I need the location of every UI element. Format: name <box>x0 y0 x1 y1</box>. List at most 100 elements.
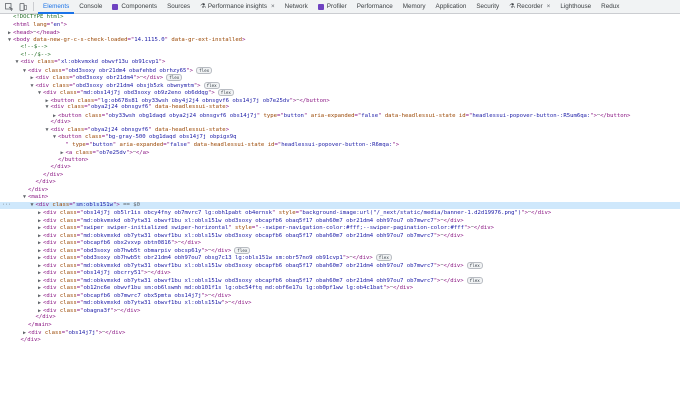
tree-node[interactable]: ▶ <div class="obagna3f">⋯</div> <box>0 307 680 315</box>
flex-badge[interactable]: flex <box>466 276 483 284</box>
flex-badge[interactable]: flex <box>375 254 392 262</box>
tab-memory[interactable]: Memory <box>398 0 431 13</box>
comment-text: <!--$--> <box>20 44 48 50</box>
tab-network[interactable]: Network <box>280 0 313 13</box>
tree-node[interactable]: ▶ <a class="ob7e25dv">⋯</a> <box>0 149 680 157</box>
tree-node[interactable]: ▼ <body data-new-gr-c-s-check-loaded="14.… <box>0 37 680 45</box>
tree-node[interactable]: ▼ <div class="obya2j24 obnsgvf6" data-hea… <box>0 104 680 112</box>
tag-text: "> <box>342 255 350 262</box>
tab-elements[interactable]: Elements <box>38 0 75 14</box>
tree-node[interactable]: ▶ <div class="obcapfb6 ob7mwrc7 obx5pmta … <box>0 292 680 300</box>
device-toolbar-icon[interactable] <box>18 2 28 12</box>
attribute-value: obya2j24 obnsgvf6 <box>90 126 149 133</box>
tree-node[interactable]: <!--/$--> <box>0 52 680 60</box>
tag-text: > <box>225 104 230 110</box>
tab-sources[interactable]: Sources <box>162 0 195 13</box>
tree-node[interactable]: ▶ <div class="obs14j7j">⋯</div> <box>0 329 680 337</box>
flex-badge[interactable]: flex <box>203 81 220 89</box>
selected-tree-node[interactable]: ··· ▼ <div class="sm:obls151w"> == $0 <box>0 201 680 210</box>
tree-node[interactable]: ▶ <div class="obd3soxy ob7hwb5t obmarpiv … <box>0 247 680 255</box>
close-tab-icon[interactable]: × <box>271 3 275 10</box>
tab-components[interactable]: Components <box>107 0 162 13</box>
tree-node[interactable]: </div> <box>0 164 680 172</box>
tab-lighthouse[interactable]: Lighthouse <box>555 0 596 13</box>
tree-node[interactable]: ▼ <div class="md:obs14j7j obd3soxy ob9z2e… <box>0 89 680 97</box>
tab-console[interactable]: Console <box>74 0 107 13</box>
collapse-triangle-icon[interactable]: ▼ <box>21 194 28 202</box>
tab-performance[interactable]: Performance <box>352 0 398 13</box>
tree-node[interactable]: <html lang="en"> <box>0 22 680 30</box>
tab-label: Network <box>284 3 308 10</box>
tree-node[interactable]: " type="button" aria-expanded="false" da… <box>0 142 680 150</box>
collapse-triangle-icon[interactable]: ▼ <box>29 202 36 210</box>
collapse-triangle-icon[interactable]: ▼ <box>44 104 51 112</box>
tree-node[interactable]: ▼ <div class="xl:obkvmxkd obwvf13u ob91cv… <box>0 59 680 67</box>
tree-node[interactable]: <!--$--> <box>0 44 680 52</box>
tree-node[interactable]: ▼ <button class="bg-gray-500 obg1daqd obs… <box>0 134 680 142</box>
tree-node[interactable]: ▶ <div class="md:obkvmxkd ob7ytw31 obwvf1… <box>0 232 680 240</box>
close-tab-icon[interactable]: × <box>547 3 551 10</box>
tree-node[interactable]: </button> <box>0 157 680 165</box>
tab-label: Performance <box>356 3 393 10</box>
collapse-triangle-icon[interactable]: ▼ <box>51 134 58 142</box>
tree-node[interactable]: </div> <box>0 179 680 187</box>
collapse-triangle-icon[interactable]: ▼ <box>6 37 13 45</box>
tree-node[interactable]: ▶ <div class="obd3soxy ob7hwb5t obr21dm4 … <box>0 254 680 262</box>
tab-application[interactable]: Application <box>431 0 472 13</box>
tree-node[interactable]: </div> <box>0 337 680 345</box>
tree-node[interactable]: ▼ <div class="obd3soxy obr21dm4 obsjb5zk … <box>0 81 680 90</box>
flex-badge[interactable]: flex <box>166 74 183 82</box>
tab-redux[interactable]: Redux <box>596 0 624 13</box>
attribute-name: class <box>59 255 77 262</box>
attribute-name: class <box>59 232 77 239</box>
tag-text: </div> <box>443 217 464 224</box>
tag-text: "> <box>208 90 215 96</box>
tag-text: </div> <box>443 262 464 269</box>
attribute-name: class <box>59 217 77 224</box>
tree-node[interactable]: ▼ <div class="obya2j24 obnsgvf6" data-hea… <box>0 127 680 135</box>
node-markup: <!--$--> <box>21 44 48 50</box>
flex-badge[interactable]: flex <box>466 261 483 269</box>
tree-node[interactable]: </div> <box>0 314 680 322</box>
elements-dom-tree[interactable]: <!DOCTYPE html> <html lang="en"> ▶ <head>⋯<… <box>0 14 680 409</box>
tree-node[interactable]: ▶ <div class="obs14j7j obcrry51">⋯</div> <box>0 269 680 277</box>
tag-text: <html <box>13 21 34 28</box>
tag-text: "> <box>193 82 201 89</box>
flex-badge[interactable]: flex <box>234 246 251 254</box>
attribute-name: aria-expanded <box>310 112 355 119</box>
tree-node[interactable]: ▶ <head>⋯</head> <box>0 29 680 37</box>
tree-node[interactable]: </div> <box>0 172 680 180</box>
tree-node[interactable]: ▶ <button class="oby33wsh obg1daqd obya2j… <box>0 112 680 120</box>
tree-node[interactable]: ▶ <div class="md:obkvmxkd ob7ytw31 obwvf1… <box>0 277 680 285</box>
tree-node[interactable]: ▶ <div class="swiper swiper-initialized s… <box>0 224 680 232</box>
tree-node[interactable]: ▶ <div class="obs14j7j ob5lr1is obcy4fny … <box>0 209 680 217</box>
flex-badge[interactable]: flex <box>217 89 234 96</box>
tab-profiler[interactable]: Profiler <box>313 0 352 13</box>
node-markup: " type="button" aria-expanded="false" da… <box>66 142 400 148</box>
collapse-triangle-icon[interactable]: ▼ <box>14 59 21 67</box>
tree-node[interactable]: <!DOCTYPE html> <box>0 14 680 22</box>
toolbar-divider <box>33 2 34 11</box>
inspect-element-icon[interactable] <box>4 2 14 12</box>
tree-node[interactable]: ▶ <div class="md:obkvmxkd ob7ytw31 obwvf1… <box>0 262 680 270</box>
tree-node[interactable]: ▶ <button class="lg:ob678s81 oby33wsh oby… <box>0 97 680 105</box>
flex-badge[interactable]: flex <box>196 66 213 74</box>
tab-security[interactable]: Security <box>471 0 504 13</box>
tree-node[interactable]: ▶ <div class="obd3soxy obr21dm4">⋯</div> f… <box>0 74 680 82</box>
tree-node[interactable]: ▼ <div class="obd3soxy obr21dm4 obafehbd … <box>0 66 680 75</box>
tree-node[interactable]: ▼ <main> <box>0 194 680 202</box>
node-actions-ellipsis-icon[interactable]: ··· <box>2 202 11 210</box>
tree-node[interactable]: ▶ <div class="obcapfb6 obx2vxvp obtn0816"… <box>0 239 680 247</box>
tab-performance-insights[interactable]: ⚗ Performance insights × <box>195 0 280 13</box>
tag-text: "> <box>392 141 400 148</box>
tree-node[interactable]: </div> <box>0 119 680 127</box>
tree-node[interactable]: ▶ <div class="md:obkvmxkd ob7ytw31 obwvf1… <box>0 217 680 225</box>
tab-recorder[interactable]: ⚗ Recorder × <box>504 0 555 13</box>
tree-node[interactable]: ▶ <div class="ob12nc6e obwvf1bu sm:ob6lsw… <box>0 284 680 292</box>
collapse-triangle-icon[interactable]: ▼ <box>44 127 51 135</box>
tree-node[interactable]: </main> <box>0 322 680 330</box>
tag-text: <div <box>43 90 60 96</box>
tree-node[interactable]: </div> <box>0 187 680 195</box>
tree-node[interactable]: ▶ <div class="md:obkvmxkd ob7ytw31 obwvf1… <box>0 299 680 307</box>
panel-tabs: Elements Console Components Sources ⚗ Perform… <box>38 0 624 14</box>
